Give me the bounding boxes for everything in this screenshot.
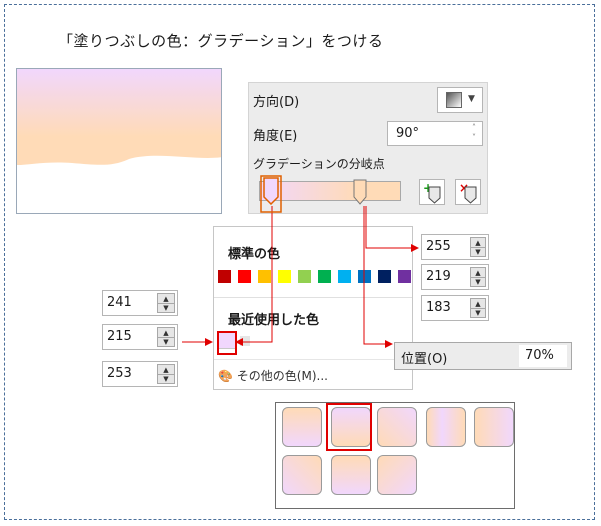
position-input[interactable]: 70% (519, 345, 567, 367)
position-value: 70% (525, 348, 554, 363)
direction-label: 方向(D) (253, 95, 300, 110)
standard-color-swatch[interactable] (238, 270, 251, 283)
red-input-left[interactable]: 241 ▲ ▼ (102, 290, 178, 316)
blue-value: 253 (107, 366, 132, 381)
selected-preset-highlight (326, 403, 372, 451)
standard-color-swatch[interactable] (318, 270, 331, 283)
standard-color-swatch[interactable] (378, 270, 391, 283)
standard-colors-label: 標準の色 (228, 247, 281, 262)
divider (214, 297, 412, 298)
angle-input[interactable]: 90° ˄ ˅ (387, 121, 483, 146)
gradient-settings-panel: 方向(D) ▼ 角度(E) 90° ˄ ˅ グラデーションの分岐点 + × (248, 82, 488, 214)
green-input-right[interactable]: 219 ▲ ▼ (421, 264, 489, 290)
standard-color-swatch[interactable] (298, 270, 311, 283)
red-spinner[interactable]: ▲ ▼ (157, 293, 175, 313)
standard-color-swatch[interactable] (218, 270, 231, 283)
preset-thumb-6[interactable] (282, 455, 322, 495)
more-colors-label: その他の色(M)... (236, 369, 328, 383)
standard-color-swatch[interactable] (258, 270, 271, 283)
recent-swatch-highlight (217, 331, 237, 355)
standard-color-swatch[interactable] (278, 270, 291, 283)
angle-spinner-icon[interactable]: ˄ ˅ (472, 123, 476, 143)
preset-thumb-5[interactable] (474, 407, 514, 447)
green-spinner[interactable]: ▲ ▼ (157, 327, 175, 347)
preview-shape-graphic (17, 69, 221, 165)
gradient-preview (16, 68, 222, 214)
gradient-stops-bar[interactable] (259, 181, 401, 201)
preset-thumb-1[interactable] (282, 407, 322, 447)
color-picker-popup: 標準の色 最近使用した色 🎨 その他の色(M)... (213, 226, 413, 390)
recent-colors-label: 最近使用した色 (228, 313, 320, 328)
linear-gradient-icon (446, 92, 462, 108)
palette-icon: 🎨 (218, 369, 233, 383)
standard-color-swatch[interactable] (398, 270, 411, 283)
add-stop-button[interactable]: + (419, 179, 445, 205)
green-input-left[interactable]: 215 ▲ ▼ (102, 324, 178, 350)
angle-value: 90° (396, 126, 420, 141)
blue-value: 183 (426, 300, 451, 315)
red-input-right[interactable]: 255 ▲ ▼ (421, 234, 489, 260)
gradient-stops-label: グラデーションの分岐点 (253, 157, 385, 171)
page-title: 「塗りつぶしの色：グラデーション」をつける (58, 32, 384, 50)
blue-spinner[interactable]: ▲ ▼ (470, 298, 486, 318)
preset-thumb-8[interactable] (377, 455, 417, 495)
more-colors-item[interactable]: 🎨 その他の色(M)... (218, 367, 328, 384)
preset-thumb-4[interactable] (426, 407, 466, 447)
standard-color-swatch[interactable] (338, 270, 351, 283)
preset-thumb-3[interactable] (377, 407, 417, 447)
blue-input-right[interactable]: 183 ▲ ▼ (421, 295, 489, 321)
gradient-stop-1[interactable] (263, 177, 279, 206)
chevron-down-icon: ▼ (468, 94, 475, 104)
position-label: 位置(O) (401, 352, 448, 367)
direction-dropdown[interactable]: ▼ (437, 87, 483, 113)
blue-spinner[interactable]: ▲ ▼ (157, 364, 175, 384)
divider-bottom (214, 359, 412, 360)
red-value: 255 (426, 239, 451, 254)
angle-label: 角度(E) (253, 129, 298, 144)
recent-color-swatch-2[interactable] (240, 336, 250, 346)
green-value: 219 (426, 269, 451, 284)
green-value: 215 (107, 329, 132, 344)
preset-thumb-7[interactable] (331, 455, 371, 495)
green-spinner[interactable]: ▲ ▼ (470, 267, 486, 287)
gradient-stop-2[interactable] (353, 179, 367, 205)
standard-color-swatch[interactable] (358, 270, 371, 283)
remove-stop-button[interactable]: × (455, 179, 481, 205)
gradient-preset-gallery (275, 402, 515, 509)
position-field: 位置(O) 70% (394, 342, 572, 370)
red-value: 241 (107, 295, 132, 310)
blue-input-left[interactable]: 253 ▲ ▼ (102, 361, 178, 387)
red-spinner[interactable]: ▲ ▼ (470, 237, 486, 257)
